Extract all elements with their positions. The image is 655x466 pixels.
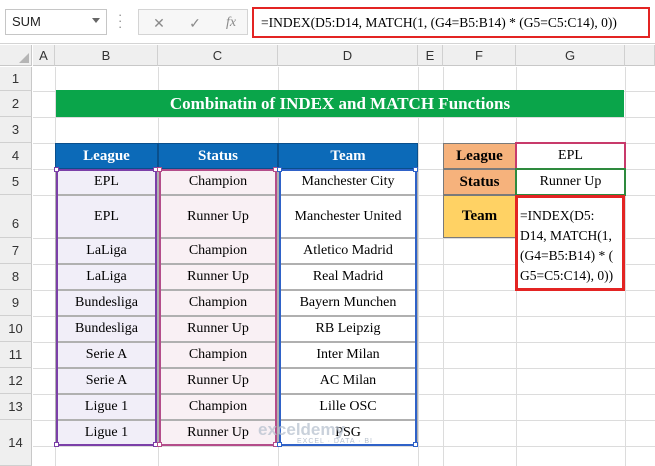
function-icon[interactable]: fx xyxy=(219,13,243,33)
column-header[interactable]: D xyxy=(278,45,418,66)
row-header[interactable]: 6 xyxy=(0,195,32,238)
g4-reference-outline xyxy=(515,142,626,170)
row-header[interactable]: 5 xyxy=(0,169,32,195)
row-header[interactable]: 2 xyxy=(0,91,32,117)
column-header-fill xyxy=(625,45,655,66)
formula-line: (G4=B5:B14) * ( xyxy=(520,248,614,263)
table-header-league: League xyxy=(55,143,158,169)
row-header[interactable]: 10 xyxy=(0,316,32,342)
column-header[interactable]: F xyxy=(443,45,516,66)
league-label: League xyxy=(443,143,516,169)
table-header-team: Team xyxy=(278,143,418,169)
resize-handle[interactable] xyxy=(54,442,59,447)
formula-line: =INDEX(D5: xyxy=(520,208,595,223)
table-header-status: Status xyxy=(158,143,278,169)
row-header[interactable]: 14 xyxy=(0,420,32,466)
team-formula-cell[interactable]: =INDEX(D5: D14, MATCH(1, (G4=B5:B14) * (… xyxy=(515,195,625,291)
column-header[interactable]: G xyxy=(516,45,625,66)
status-label: Status xyxy=(443,169,516,195)
formula-line: G5=C5:C14), 0)) xyxy=(520,268,614,283)
formula-line: D14, MATCH(1, xyxy=(520,228,612,243)
d5-d14-reference-outline xyxy=(279,169,417,446)
row-header[interactable]: 3 xyxy=(0,117,32,143)
column-header[interactable]: E xyxy=(418,45,443,66)
row-header[interactable]: 8 xyxy=(0,264,32,290)
row-header[interactable]: 11 xyxy=(0,342,32,368)
gridline-vertical xyxy=(418,67,419,466)
chevron-down-icon[interactable] xyxy=(92,18,100,23)
more-icon: · · · xyxy=(118,7,123,34)
column-header[interactable]: B xyxy=(55,45,158,66)
gridline-horizontal xyxy=(33,117,655,118)
g5-reference-outline xyxy=(515,168,626,196)
row-header[interactable]: 9 xyxy=(0,290,32,316)
resize-handle[interactable] xyxy=(157,442,162,447)
column-header[interactable]: C xyxy=(158,45,278,66)
resize-handle[interactable] xyxy=(277,167,282,172)
resize-handle[interactable] xyxy=(157,167,162,172)
c5-c14-reference-outline xyxy=(159,169,277,446)
gridline-vertical xyxy=(625,67,626,466)
column-header[interactable]: A xyxy=(33,45,55,66)
row-header[interactable]: 12 xyxy=(0,368,32,394)
select-all-icon xyxy=(19,53,29,63)
gridline-vertical xyxy=(443,67,444,466)
row-header[interactable]: 4 xyxy=(0,143,32,169)
resize-handle[interactable] xyxy=(413,167,418,172)
row-header[interactable]: 13 xyxy=(0,394,32,420)
watermark-tagline: EXCEL · DATA · BI xyxy=(297,438,373,445)
resize-handle[interactable] xyxy=(413,442,418,447)
enter-icon[interactable]: ✓ xyxy=(183,13,207,33)
sheet-title: Combinatin of INDEX and MATCH Functions xyxy=(56,90,624,117)
resize-handle[interactable] xyxy=(54,167,59,172)
row-header[interactable]: 7 xyxy=(0,238,32,264)
formula-buttons: ✕ ✓ fx xyxy=(138,9,248,35)
team-label: Team xyxy=(443,195,516,238)
b5-b14-reference-outline xyxy=(56,169,157,446)
cancel-icon[interactable]: ✕ xyxy=(147,13,171,33)
row-header[interactable]: 1 xyxy=(0,67,32,91)
formula-input[interactable]: =INDEX(D5:D14, MATCH(1, (G4=B5:B14) * (G… xyxy=(252,7,650,38)
